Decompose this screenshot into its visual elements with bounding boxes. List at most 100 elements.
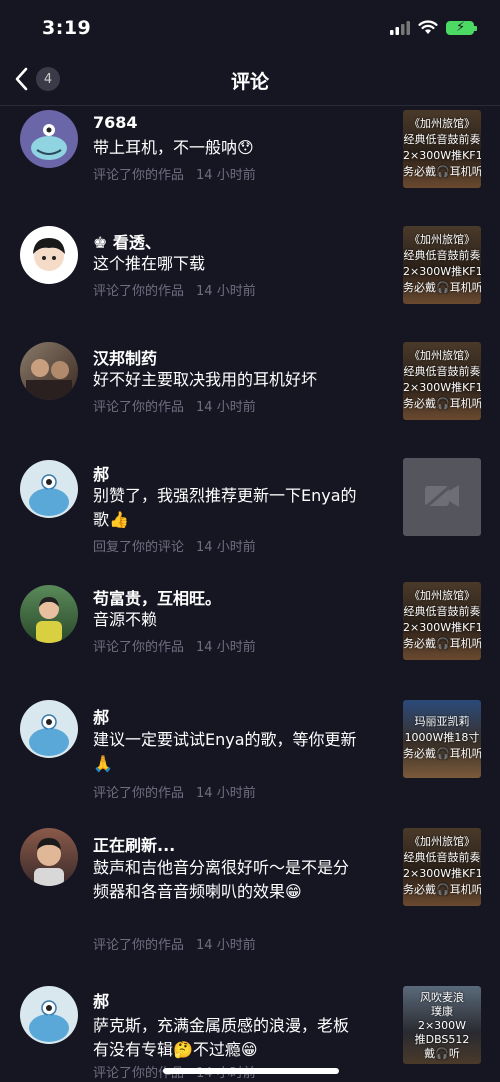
avatar[interactable] <box>20 226 78 284</box>
thumb-line: 务必戴🎧耳机听 <box>403 397 481 410</box>
commenter-name[interactable]: 正在刷新... <box>93 832 175 856</box>
thumb-line: 经典低音鼓前奏 <box>403 851 481 864</box>
video-thumbnail[interactable]: 《加州旅馆》 经典低音鼓前奏 2×300W推KF1503 务必戴🎧耳机听 <box>403 226 481 304</box>
blue-monster-avatar-icon <box>29 474 69 516</box>
timestamp: 14 小时前 <box>196 400 256 415</box>
timestamp: 14 小时前 <box>196 168 256 183</box>
nav-bar: 4 评论 <box>0 52 500 106</box>
timestamp: 14 小时前 <box>196 284 256 299</box>
thumb-line: 经典低音鼓前奏 <box>403 605 481 618</box>
avatar[interactable] <box>20 110 78 168</box>
thumb-line: 2×300W推KF1503 <box>403 265 481 278</box>
thumb-line: 戴🎧听 <box>424 1047 460 1060</box>
list-item[interactable]: ♚ 看透、 这个推在哪下载 评论了你的作品 14 小时前 《加州旅馆》 经典低音鼓… <box>0 222 500 338</box>
list-item[interactable]: 汉邦制药 好不好主要取决我用的耳机好坏 评论了你的作品 14 小时前 《加州旅馆》… <box>0 338 500 454</box>
comment-meta: 评论了你的作品 14 小时前 <box>93 396 256 415</box>
video-thumbnail[interactable]: 风吹麦浪 璞康 2×300W 推DBS512 戴🎧听 <box>403 986 481 1064</box>
cartoon-boy-avatar-icon <box>33 238 65 271</box>
thumb-line: 《加州旅馆》 <box>409 349 475 362</box>
status-time: 3:19 <box>42 17 92 39</box>
thumb-line: 《加州旅馆》 <box>409 589 475 602</box>
avatar[interactable] <box>20 460 78 518</box>
action-text: 评论了你的作品 <box>93 786 185 801</box>
monster-avatar-icon <box>31 124 67 160</box>
video-thumbnail[interactable]: 《加州旅馆》 经典低音鼓前奏 2×300W推KF1503 务必戴🎧耳机听 <box>403 828 481 906</box>
comment-text: 好不好主要取决我用的耳机好坏 <box>93 370 318 389</box>
list-item[interactable]: 郝 萨克斯，充满金属质感的浪漫，老板有没有专辑🤔不过瘾😁 评论了你的作品14 小… <box>0 974 500 1082</box>
timestamp: 14 小时前 <box>196 540 256 555</box>
comment-text: 带上耳机，不一般呐😯 <box>93 138 254 157</box>
thumb-line: 务必戴🎧耳机听 <box>403 747 481 760</box>
thumb-line: 推DBS512 <box>414 1033 470 1046</box>
commenter-name[interactable]: 郝 <box>93 704 109 728</box>
status-icons: ⚡ <box>390 20 477 35</box>
thumb-line: 2×300W推KF1503 <box>403 621 481 634</box>
commenter-name[interactable]: ♚ 看透、 <box>93 229 161 253</box>
thumb-line: 经典低音鼓前奏 <box>403 365 481 378</box>
thumb-line: 2×300W推KF1503 <box>403 867 481 880</box>
thumb-line: 2×300W推KF1503 <box>403 381 481 394</box>
video-thumbnail[interactable]: 玛丽亚凯莉 1000W推18寸 务必戴🎧耳机听 <box>403 700 481 778</box>
video-thumbnail[interactable]: 《加州旅馆》 经典低音鼓前奏 2×300W推KF1503 务必戴🎧耳机听 <box>403 110 481 188</box>
thumb-line: 经典低音鼓前奏 <box>403 133 481 146</box>
list-item[interactable]: 郝 别赞了，我强烈推荐更新一下Enya的歌👍 回复了你的评论 14 小时前 <box>0 454 500 578</box>
action-text: 回复了你的评论 <box>93 540 185 555</box>
commenter-name[interactable]: 7684 <box>93 113 138 132</box>
thumb-line: 务必戴🎧耳机听 <box>403 637 481 650</box>
thumb-line: 风吹麦浪 <box>420 991 464 1004</box>
action-text: 评论了你的作品 <box>93 640 185 655</box>
comment-meta: 评论了你的作品 14 小时前 <box>93 636 256 655</box>
action-text: 评论了你的作品 <box>93 938 185 953</box>
comment-text: 别赞了，我强烈推荐更新一下Enya的歌👍 <box>93 486 357 529</box>
commenter-name[interactable]: 郝 <box>93 461 109 485</box>
page-title: 评论 <box>230 71 269 93</box>
timestamp: 14 小时前 <box>196 640 256 655</box>
person-photo-avatar-icon <box>34 838 64 886</box>
comment-meta: 回复了你的评论 14 小时前 <box>93 536 256 555</box>
thumb-line: 务必戴🎧耳机听 <box>403 165 481 178</box>
battery-charging-icon: ⚡ <box>446 20 477 35</box>
video-unavailable-icon <box>424 480 459 510</box>
list-item[interactable]: 正在刷新... 鼓声和吉他音分离很好听～是不是分频器和各音音频喇叭的效果😁 评论… <box>0 822 500 974</box>
commenter-name[interactable]: 苟富贵，互相旺。 <box>93 585 221 609</box>
avatar[interactable] <box>20 585 78 643</box>
home-indicator[interactable] <box>163 1068 339 1074</box>
thumb-line: 璞康 <box>431 1005 453 1018</box>
comment-text: 鼓声和吉他音分离很好听～是不是分频器和各音音频喇叭的效果😁 <box>93 858 350 901</box>
thumb-line: 务必戴🎧耳机听 <box>403 883 481 896</box>
thumb-line: 1000W推18寸 <box>404 731 480 744</box>
avatar[interactable] <box>20 700 78 758</box>
comment-text: 建议一定要试试Enya的歌，等你更新🙏 <box>93 730 357 773</box>
commenter-name[interactable]: 郝 <box>93 988 109 1012</box>
list-item[interactable]: 郝 建议一定要试试Enya的歌，等你更新🙏 评论了你的作品 14 小时前 玛丽亚凯… <box>0 694 500 822</box>
wifi-icon <box>418 20 438 34</box>
list-item[interactable]: 7684 带上耳机，不一般呐😯 评论了你的作品 14 小时前 《加州旅馆》 经典低… <box>0 106 500 222</box>
action-text: 评论了你的作品 <box>93 284 185 299</box>
comment-text: 萨克斯，充满金属质感的浪漫，老板有没有专辑🤔不过瘾😁 <box>93 1016 350 1059</box>
comment-meta: 评论了你的作品 14 小时前 <box>93 782 256 801</box>
comment-text: 这个推在哪下载 <box>93 254 206 273</box>
cellular-signal-icon <box>390 20 410 35</box>
comment-meta: 评论了你的作品 14 小时前 <box>93 280 256 299</box>
thumb-line: 《加州旅馆》 <box>409 233 475 246</box>
avatar[interactable] <box>20 986 78 1044</box>
video-thumbnail[interactable]: 《加州旅馆》 经典低音鼓前奏 2×300W推KF1503 务必戴🎧耳机听 <box>403 342 481 420</box>
action-text: 评论了你的作品 <box>93 168 185 183</box>
timestamp: 14 小时前 <box>196 938 256 953</box>
avatar[interactable] <box>20 342 78 400</box>
avatar[interactable] <box>20 828 78 886</box>
thumb-line: 《加州旅馆》 <box>409 835 475 848</box>
status-bar: 3:19 ⚡ <box>0 0 500 52</box>
thumb-line: 2×300W <box>417 1019 467 1032</box>
thumb-line: 务必戴🎧耳机听 <box>403 281 481 294</box>
list-item[interactable]: 苟富贵，互相旺。 音源不赖 评论了你的作品 14 小时前 《加州旅馆》 经典低音鼓… <box>0 578 500 694</box>
commenter-name[interactable]: 汉邦制药 <box>93 345 157 369</box>
blue-monster-avatar-icon <box>29 714 69 756</box>
thumb-line: 2×300W推KF1503 <box>403 149 481 162</box>
video-thumbnail[interactable] <box>403 458 481 536</box>
thumb-line: 经典低音鼓前奏 <box>403 249 481 262</box>
video-thumbnail[interactable]: 《加州旅馆》 经典低音鼓前奏 2×300W推KF1503 务必戴🎧耳机听 <box>403 582 481 660</box>
blue-monster-avatar-icon <box>29 1000 69 1042</box>
timestamp: 14 小时前 <box>196 786 256 801</box>
thumb-line: 玛丽亚凯莉 <box>414 715 470 728</box>
